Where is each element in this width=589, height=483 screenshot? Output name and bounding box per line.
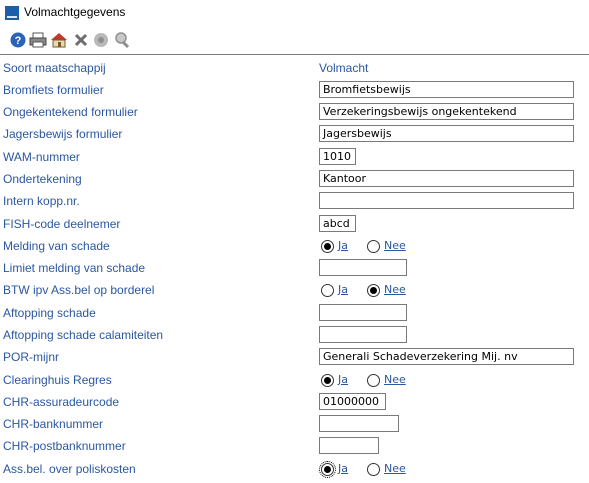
field-label: CHR-assuradeurcode: [3, 395, 120, 409]
delete-button[interactable]: [72, 31, 90, 49]
text-input[interactable]: Jagersbewijs: [319, 125, 574, 142]
text-input[interactable]: Kantoor: [319, 170, 574, 187]
text-input[interactable]: [319, 415, 399, 432]
radio-no[interactable]: [367, 463, 380, 476]
text-input[interactable]: 01000000: [319, 393, 386, 410]
home-icon: [51, 33, 67, 48]
help-button[interactable]: ?: [9, 31, 27, 49]
print-button[interactable]: [29, 31, 47, 49]
svg-text:?: ?: [15, 35, 22, 47]
text-input[interactable]: [319, 304, 407, 321]
text-input[interactable]: [319, 192, 574, 209]
field-label: POR-mijnr: [3, 350, 59, 364]
radio-yes-label[interactable]: Ja: [338, 461, 348, 477]
field-label: BTW ipv Ass.bel op borderel: [3, 283, 155, 297]
toolbar: ?: [0, 28, 589, 54]
radio-yes[interactable]: [319, 461, 336, 478]
text-input[interactable]: [319, 437, 379, 454]
radio-yes[interactable]: [321, 240, 334, 253]
field-label: FISH-code deelnemer: [3, 217, 121, 231]
help-icon: ?: [10, 32, 26, 48]
radio-no-label[interactable]: Nee: [384, 461, 406, 477]
radio-no-label[interactable]: Nee: [384, 238, 406, 254]
field-label: Ondertekening: [3, 172, 82, 186]
field-label: WAM-nummer: [3, 150, 80, 164]
radio-yes[interactable]: [321, 284, 334, 297]
text-input[interactable]: [319, 326, 407, 343]
field-label: Intern kopp.nr.: [3, 194, 80, 208]
radio-no[interactable]: [367, 374, 380, 387]
search-button[interactable]: [113, 31, 131, 49]
text-input[interactable]: Generali Schadeverzekering Mij. nv: [319, 348, 574, 365]
header-value: Volmacht: [319, 61, 369, 75]
radio-no-label[interactable]: Nee: [384, 372, 406, 388]
field-label: Ongekentekend formulier: [3, 105, 138, 119]
text-input[interactable]: [319, 259, 407, 276]
radio-no[interactable]: [367, 284, 380, 297]
field-label: Bromfiets formulier: [3, 83, 104, 97]
text-input[interactable]: abcd: [319, 215, 356, 232]
text-input[interactable]: Bromfietsbewijs: [319, 81, 574, 98]
app-logo-icon: [5, 6, 19, 20]
radio-no-label[interactable]: Nee: [384, 282, 406, 298]
close-icon: [74, 33, 88, 47]
header-label: Soort maatschappij: [3, 61, 106, 75]
window-title: Volmachtgegevens: [24, 5, 126, 19]
text-input[interactable]: 1010: [319, 148, 356, 165]
field-label: Ass.bel. over poliskosten: [3, 462, 136, 476]
radio-no[interactable]: [367, 240, 380, 253]
toolbar-divider: [0, 54, 589, 55]
info-icon: [94, 33, 108, 47]
radio-yes-label[interactable]: Ja: [338, 282, 348, 298]
info-button[interactable]: [92, 31, 110, 49]
field-label: Jagersbewijs formulier: [3, 127, 123, 141]
radio-yes-label[interactable]: Ja: [338, 372, 348, 388]
field-label: Aftopping schade calamiteiten: [3, 328, 164, 342]
magnifier-icon: [115, 32, 130, 48]
field-label: Aftopping schade: [3, 306, 96, 320]
title-bar: Volmachtgegevens: [0, 0, 589, 26]
printer-icon: [29, 32, 47, 48]
field-label: CHR-banknummer: [3, 417, 104, 431]
field-label: Clearinghuis Regres: [3, 373, 112, 387]
text-input[interactable]: Verzekeringsbewijs ongekentekend: [319, 103, 574, 120]
home-button[interactable]: [50, 31, 68, 49]
field-label: Limiet melding van schade: [3, 261, 146, 275]
field-label: CHR-postbanknummer: [3, 439, 126, 453]
field-label: Melding van schade: [3, 239, 110, 253]
radio-yes[interactable]: [321, 374, 334, 387]
radio-yes-label[interactable]: Ja: [338, 238, 348, 254]
